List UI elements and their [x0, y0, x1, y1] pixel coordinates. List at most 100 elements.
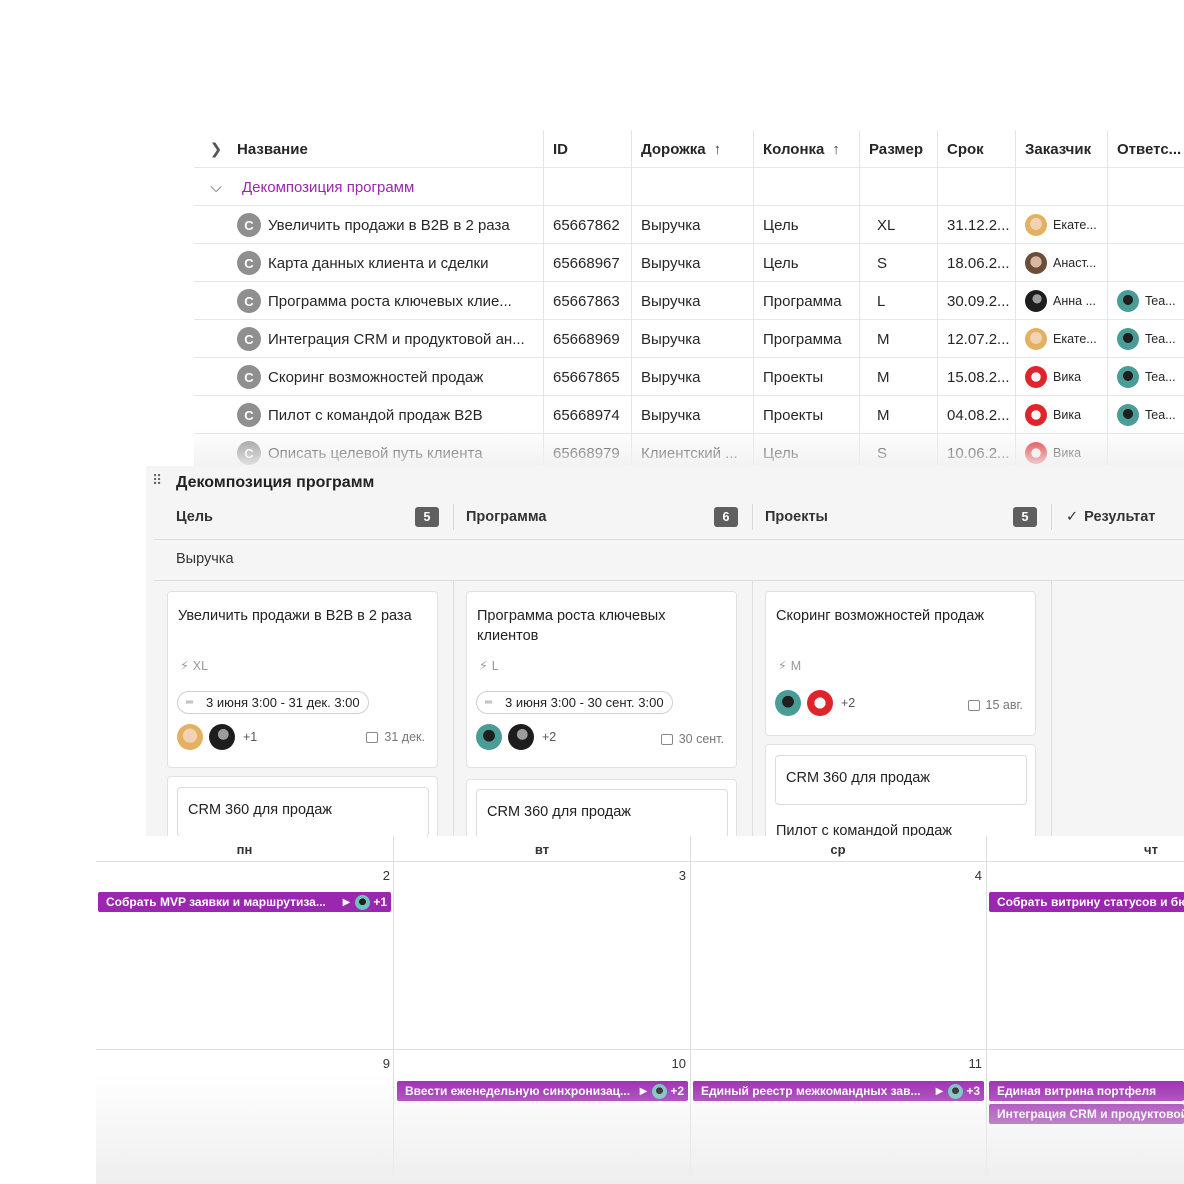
cell-size[interactable]: M [859, 358, 937, 396]
day-number[interactable]: 3 [646, 868, 686, 883]
lane-label[interactable]: Выручка [176, 551, 234, 567]
cell-customer[interactable]: Екате... [1015, 206, 1107, 244]
sort-up-icon[interactable]: ↑ [832, 141, 840, 158]
cell-lane[interactable]: Выручка [631, 396, 753, 434]
avatar[interactable] [476, 724, 502, 750]
column-header-projects[interactable]: Проекты [765, 504, 828, 530]
header-name[interactable]: ❯ Название [194, 130, 543, 168]
cell-lane[interactable]: Выручка [631, 320, 753, 358]
table-row[interactable]: C Скоринг возможностей продаж 65667865 Выру… [194, 358, 1184, 396]
cell-id[interactable]: 65667863 [543, 282, 631, 320]
table-row[interactable]: C Увеличить продажи в B2B в 2 раза 6566786… [194, 206, 1184, 244]
cell-due[interactable]: 18.06.2... [937, 244, 1015, 282]
column-header-goal[interactable]: Цель [176, 504, 213, 530]
cell-size[interactable]: S [859, 244, 937, 282]
cell-name[interactable]: C Увеличить продажи в B2B в 2 раза [194, 206, 543, 244]
child-card[interactable]: CRM 360 для продаж [775, 755, 1027, 805]
kanban-card[interactable]: CRM 360 для продаж [466, 779, 737, 836]
calendar-event[interactable]: Интеграция CRM и продуктовой [989, 1104, 1184, 1124]
cell-column[interactable]: Программа [753, 320, 859, 358]
cell-due[interactable]: 12.07.2... [937, 320, 1015, 358]
header-column[interactable]: Колонка ↑ [753, 130, 859, 168]
kanban-card[interactable]: Увеличить продажи в B2B в 2 раза ⚡︎ XL ═ 3… [167, 591, 438, 768]
avatar[interactable] [775, 690, 801, 716]
header-lane[interactable]: Дорожка ↑ [631, 130, 753, 168]
cell-name[interactable]: C Интеграция CRM и продуктовой ан... [194, 320, 543, 358]
cell-column[interactable]: Проекты [753, 358, 859, 396]
sort-up-icon[interactable]: ↑ [714, 141, 722, 158]
table-row[interactable]: C Описать целевой путь клиента 65668979 Кли… [194, 434, 1184, 468]
cell-owner[interactable] [1107, 206, 1184, 244]
cell-owner[interactable] [1107, 434, 1184, 468]
avatar[interactable] [209, 724, 235, 750]
chevron-down-icon[interactable]: ⌵ [204, 179, 228, 196]
child-card[interactable]: CRM 360 для продаж [476, 789, 728, 836]
cell-customer[interactable]: Вика [1015, 396, 1107, 434]
cell-name[interactable]: C Пилот с командой продаж B2B [194, 396, 543, 434]
cell-customer[interactable]: Анна ... [1015, 282, 1107, 320]
cell-due[interactable]: 10.06.2... [937, 434, 1015, 468]
cell-owner[interactable]: Tea... [1107, 320, 1184, 358]
cell-owner[interactable]: Tea... [1107, 282, 1184, 320]
cell-id[interactable]: 65668969 [543, 320, 631, 358]
avatar[interactable] [508, 724, 534, 750]
cell-size[interactable]: XL [859, 206, 937, 244]
table-row[interactable]: C Интеграция CRM и продуктовой ан... 65668… [194, 320, 1184, 358]
child-card[interactable]: CRM 360 для продаж [177, 787, 429, 836]
date-range-chip[interactable]: ═ 3 июня 3:00 - 31 дек. 3:00 [177, 691, 369, 714]
cell-size[interactable]: L [859, 282, 937, 320]
cell-lane[interactable]: Выручка [631, 358, 753, 396]
cell-name[interactable]: C Описать целевой путь клиента [194, 434, 543, 468]
header-size[interactable]: Размер [859, 130, 937, 168]
cell-name[interactable]: C Программа роста ключевых клие... [194, 282, 543, 320]
cell-column[interactable]: Проекты [753, 396, 859, 434]
cell-lane[interactable]: Выручка [631, 282, 753, 320]
cell-lane[interactable]: Выручка [631, 206, 753, 244]
day-number[interactable]: 11 [942, 1056, 983, 1071]
more-assignees[interactable]: +1 [243, 730, 257, 744]
cell-id[interactable]: 65668979 [543, 434, 631, 468]
cell-owner[interactable]: Tea... [1107, 396, 1184, 434]
column-header-result[interactable]: ✓ Результат [1066, 504, 1155, 530]
column-header-program[interactable]: Программа [466, 504, 546, 530]
cell-size[interactable]: S [859, 434, 937, 468]
calendar-event[interactable]: Единая витрина портфеля [989, 1081, 1184, 1101]
header-owner[interactable]: Ответс... [1107, 130, 1184, 168]
cell-owner[interactable]: Tea... [1107, 358, 1184, 396]
header-customer[interactable]: Заказчик [1015, 130, 1107, 168]
kanban-card[interactable]: CRM 360 для продаж Пилот с командой прод… [765, 744, 1036, 836]
day-number[interactable]: 10 [646, 1056, 686, 1071]
calendar-event[interactable]: Единый реестр межкомандных зав... ▶ +3 [693, 1081, 984, 1101]
drag-handle-icon[interactable]: ⠿ [152, 473, 162, 487]
cell-due[interactable]: 31.12.2... [937, 206, 1015, 244]
kanban-card[interactable]: CRM 360 для продаж [167, 776, 438, 836]
table-row[interactable]: C Пилот с командой продаж B2B 65668974 Выру… [194, 396, 1184, 434]
table-row[interactable]: C Программа роста ключевых клие... 6566786… [194, 282, 1184, 320]
cell-customer[interactable]: Екате... [1015, 320, 1107, 358]
group-cell[interactable]: ⌵ Декомпозиция программ [194, 168, 543, 206]
day-number[interactable]: 9 [350, 1056, 390, 1071]
cell-size[interactable]: M [859, 396, 937, 434]
cell-name[interactable]: C Скоринг возможностей продаж [194, 358, 543, 396]
cell-id[interactable]: 65667865 [543, 358, 631, 396]
more-assignees[interactable]: +2 [841, 696, 855, 710]
group-row[interactable]: ⌵ Декомпозиция программ [194, 168, 1184, 206]
avatar[interactable] [177, 724, 203, 750]
cell-size[interactable]: M [859, 320, 937, 358]
cell-lane[interactable]: Выручка [631, 244, 753, 282]
kanban-card[interactable]: Скоринг возможностей продаж ⚡︎ M +2 15 ав… [765, 591, 1036, 736]
cell-lane[interactable]: Клиентский ... [631, 434, 753, 468]
calendar-event[interactable]: Собрать витрину статусов и бюд [989, 892, 1184, 912]
cell-customer[interactable]: Вика [1015, 358, 1107, 396]
kanban-card[interactable]: Программа роста ключевых клиентов ⚡︎ L ═ 3… [466, 591, 737, 768]
date-range-chip[interactable]: ═ 3 июня 3:00 - 30 сент. 3:00 [476, 691, 673, 714]
calendar-event[interactable]: Ввести еженедельную синхронизац... ▶ +2 [397, 1081, 688, 1101]
cell-customer[interactable]: Анаст... [1015, 244, 1107, 282]
header-id[interactable]: ID [543, 130, 631, 168]
cell-column[interactable]: Цель [753, 244, 859, 282]
cell-column[interactable]: Программа [753, 282, 859, 320]
cell-owner[interactable] [1107, 244, 1184, 282]
cell-id[interactable]: 65667862 [543, 206, 631, 244]
avatar[interactable] [807, 690, 833, 716]
cell-due[interactable]: 04.08.2... [937, 396, 1015, 434]
